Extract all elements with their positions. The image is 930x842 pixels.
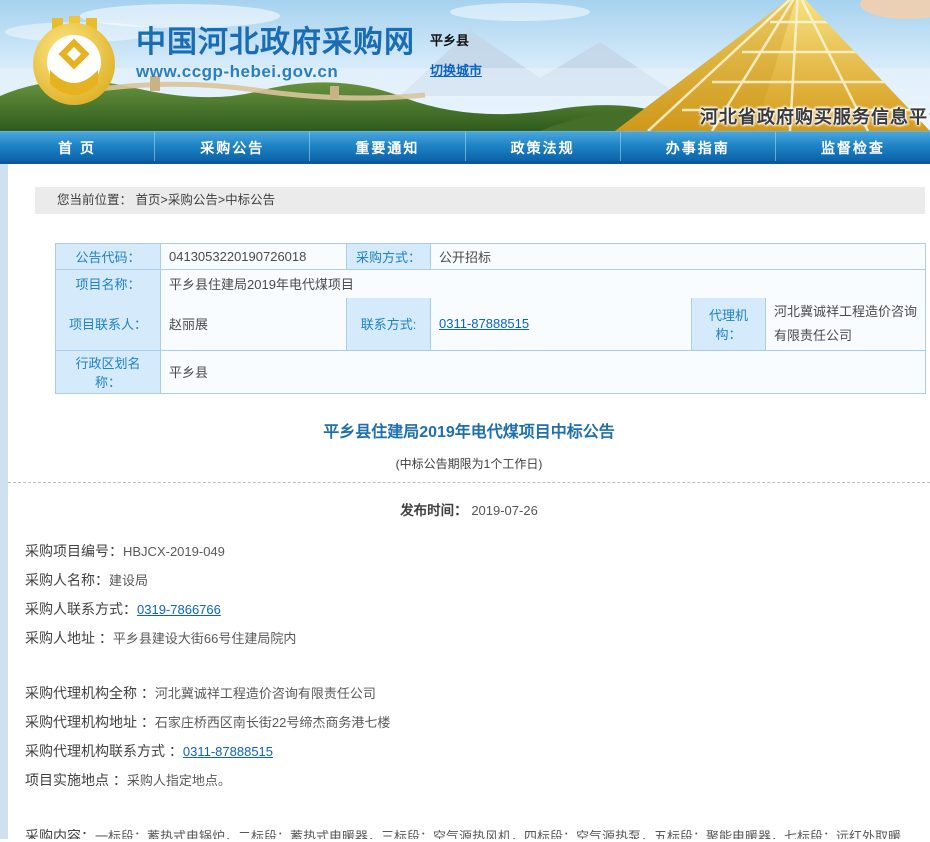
contact-value: 赵丽展 [161, 298, 347, 351]
field-purchaser-address: 采购人地址 ：平乡县建设大街66号住建局院内 [8, 624, 930, 653]
field-purchaser-name: 采购人名称：建设局 [8, 566, 930, 595]
method-label: 采购方式： [347, 244, 431, 270]
site-name: 中国河北政府采购网 [136, 26, 415, 60]
table-row: 公告代码： 0413053220190726018 采购方式： 公开招标 [56, 244, 926, 270]
phone-label: 联系方式: [347, 298, 431, 351]
site-logo-icon [28, 16, 120, 108]
nav-item-notices[interactable]: 重要通知 [309, 132, 464, 161]
article-title: 平乡县住建局2019年电代煤项目中标公告 [8, 418, 930, 442]
publish-date: 2019-07-26 [471, 503, 538, 518]
publish-line: 发布时间： 2019-07-26 [8, 499, 930, 519]
article-subtitle: (中标公告期限为1个工作日) [8, 455, 930, 472]
switch-city-link[interactable]: 切换城市 [430, 60, 482, 79]
breadcrumb-award-notice[interactable]: 中标公告 [225, 193, 275, 207]
project-label: 项目名称： [56, 270, 161, 298]
page: 中国河北政府采购网 www.ccgp-hebei.gov.cn 平乡县 切换城市… [0, 0, 930, 842]
agency-value: 河北冀诚祥工程造价咨询有限责任公司 [766, 298, 926, 351]
breadcrumb-separator: > [161, 193, 168, 207]
publish-label: 发布时间： [400, 503, 468, 518]
phone-link[interactable]: 0311-87888515 [439, 316, 529, 331]
current-city-label: 平乡县 [430, 30, 469, 49]
site-url: www.ccgp-hebei.gov.cn [136, 62, 415, 82]
nav-item-supervision[interactable]: 监督检查 [775, 132, 930, 161]
spacer [8, 653, 930, 679]
field-agency-phone: 采购代理机构联系方式 ：0311-87888515 [8, 737, 930, 766]
district-label: 行政区划名称： [56, 350, 161, 393]
table-row: 行政区划名称： 平乡县 [56, 350, 926, 393]
table-row: 项目名称： 平乡县住建局2019年电代煤项目 [56, 270, 926, 298]
field-agency-name: 采购代理机构全称 ：河北冀诚祥工程造价咨询有限责任公司 [8, 679, 930, 708]
field-project-number: 采购项目编号：HBJCX-2019-049 [8, 537, 930, 566]
table-row: 项目联系人： 赵丽展 联系方式: 0311-87888515 代理机构： 河北冀… [56, 298, 926, 351]
spacer [8, 795, 930, 821]
field-purchaser-phone: 采购人联系方式：0319-7866766 [8, 595, 930, 624]
field-procurement-content: 采购内容：一标段：蓄热式电锅炉，二标段：蓄热式电暖器，三标段：空气源热风机，四标… [8, 821, 930, 840]
breadcrumb: 您当前位置： 首页>采购公告>中标公告 [35, 187, 925, 214]
code-value: 0413053220190726018 [161, 244, 347, 270]
phone-cell: 0311-87888515 [431, 298, 692, 351]
site-ident: 中国河北政府采购网 www.ccgp-hebei.gov.cn [136, 26, 415, 82]
nav-item-guide[interactable]: 办事指南 [620, 132, 775, 161]
breadcrumb-announcements[interactable]: 采购公告 [168, 193, 218, 207]
project-value: 平乡县住建局2019年电代煤项目 [161, 270, 926, 298]
article-body: 采购项目编号：HBJCX-2019-049 采购人名称：建设局 采购人联系方式：… [8, 537, 930, 840]
agency-phone-link[interactable]: 0311-87888515 [183, 744, 273, 759]
banner-slogan: 河北省政府购买服务信息平台 [700, 103, 930, 129]
site-banner: 中国河北政府采购网 www.ccgp-hebei.gov.cn 平乡县 切换城市… [0, 0, 930, 131]
method-value: 公开招标 [431, 244, 926, 270]
agency-label: 代理机构： [692, 298, 766, 351]
breadcrumb-prefix: 您当前位置： [57, 193, 132, 207]
field-implementation-site: 项目实施地点 ：采购人指定地点。 [8, 766, 930, 795]
main-nav: 首 页 采购公告 重要通知 政策法规 办事指南 监督检查 [0, 131, 930, 164]
contact-label: 项目联系人： [56, 298, 161, 351]
content-area: 您当前位置： 首页>采购公告>中标公告 公告代码： 04130532201907… [0, 164, 930, 839]
code-label: 公告代码： [56, 244, 161, 270]
announcement-info-table: 公告代码： 0413053220190726018 采购方式： 公开招标 项目名… [55, 243, 926, 394]
purchaser-phone-link[interactable]: 0319-7866766 [137, 602, 221, 617]
nav-item-home[interactable]: 首 页 [0, 132, 154, 161]
nav-item-policies[interactable]: 政策法规 [465, 132, 620, 161]
nav-item-announcements[interactable]: 采购公告 [154, 132, 309, 161]
dashed-divider [8, 482, 930, 483]
district-value: 平乡县 [161, 350, 926, 393]
breadcrumb-home[interactable]: 首页 [136, 193, 161, 207]
field-agency-address: 采购代理机构地址 ：石家庄桥西区南长街22号缔杰商务港七楼 [8, 708, 930, 737]
